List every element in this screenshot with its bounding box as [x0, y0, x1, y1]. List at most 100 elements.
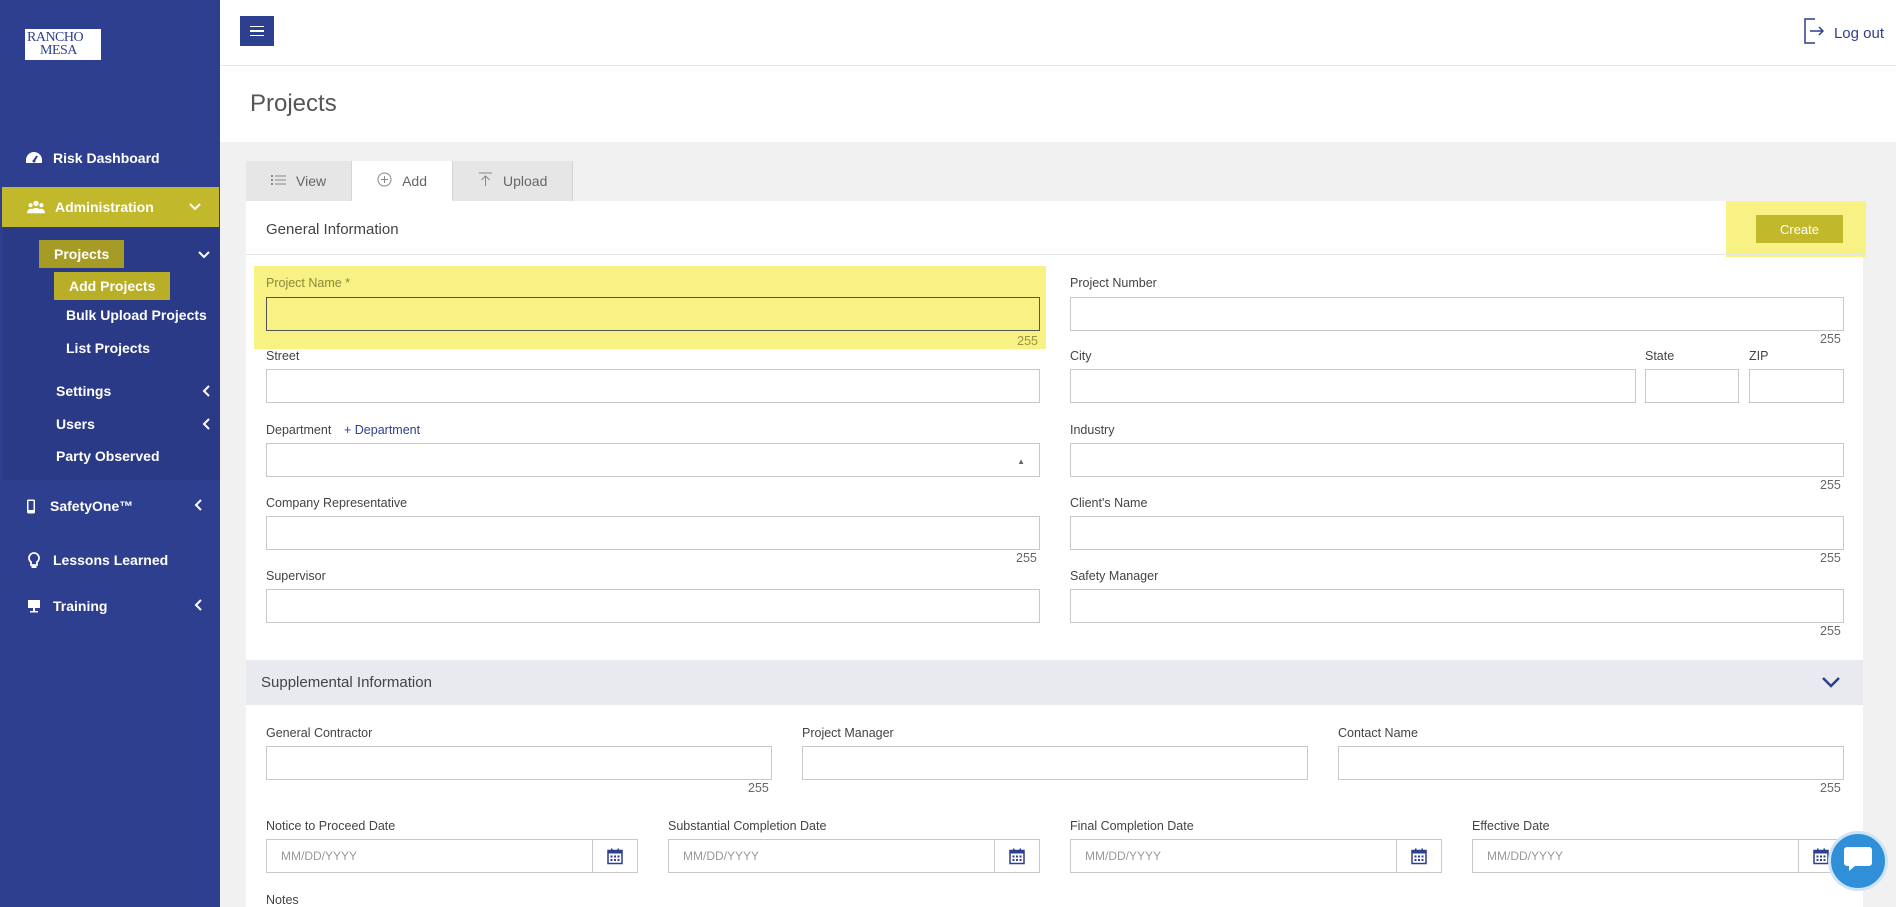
logout-button[interactable]: Log out [1802, 18, 1884, 48]
sidebar-item-safetyone[interactable]: SafetyOne™ [0, 491, 220, 521]
contact-name-input[interactable] [1338, 746, 1844, 780]
calendar-icon[interactable] [994, 840, 1039, 872]
sidebar-item-settings[interactable]: Settings [56, 383, 111, 399]
top-bar: Log out [220, 0, 1896, 66]
char-counter: 255 [1820, 551, 1841, 565]
create-button[interactable]: Create [1756, 215, 1843, 243]
tab-upload[interactable]: Upload [453, 161, 574, 201]
notice-to-proceed-date-label: Notice to Proceed Date [266, 819, 396, 833]
clients-name-label: Client's Name [1070, 496, 1148, 510]
chevron-down-icon [189, 200, 201, 214]
page-header: Projects [220, 66, 1896, 142]
industry-input[interactable] [1070, 443, 1844, 477]
project-manager-input[interactable] [802, 746, 1308, 780]
substantial-completion-date-label: Substantial Completion Date [668, 819, 827, 833]
sidebar: RANCHO MESA Risk Dashboard Administratio… [0, 0, 220, 907]
sidebar-item-label: SafetyOne™ [50, 498, 134, 514]
city-input[interactable] [1070, 369, 1636, 403]
company-representative-label: Company Representative [266, 496, 408, 510]
hamburger-icon [250, 25, 264, 28]
char-counter: 255 [1820, 332, 1841, 346]
sidebar-item-label: Administration [55, 199, 154, 215]
users-group-icon [27, 198, 45, 216]
final-completion-date-input[interactable]: MM/DD/YYYY [1070, 839, 1442, 873]
project-manager-label: Project Manager [802, 726, 894, 740]
sidebar-item-training[interactable]: Training [0, 591, 220, 621]
supervisor-input[interactable] [266, 589, 1040, 623]
lightbulb-icon [25, 551, 43, 569]
sidebar-item-users[interactable]: Users [56, 416, 95, 432]
sidebar-item-risk-dashboard[interactable]: Risk Dashboard [0, 143, 220, 173]
project-name-label: Project Name * [266, 276, 351, 290]
department-label: Department [266, 423, 332, 437]
street-input[interactable] [266, 369, 1040, 403]
supervisor-label: Supervisor [266, 569, 326, 583]
sidebar-item-lessons-learned[interactable]: Lessons Learned [0, 545, 220, 575]
general-contractor-input[interactable] [266, 746, 772, 780]
zip-label: ZIP [1749, 349, 1769, 363]
list-icon [271, 173, 286, 189]
sidebar-item-label: Training [53, 598, 108, 614]
char-counter: 255 [748, 781, 769, 795]
sidebar-item-administration[interactable]: Administration [2, 187, 219, 227]
general-contractor-label: General Contractor [266, 726, 373, 740]
clients-name-input[interactable] [1070, 516, 1844, 550]
calendar-icon[interactable] [1396, 840, 1441, 872]
char-counter: 255 [1017, 334, 1038, 348]
add-department-link[interactable]: + Department [344, 423, 420, 437]
chevron-left-icon [194, 598, 202, 614]
final-completion-date-label: Final Completion Date [1070, 819, 1194, 833]
company-representative-input[interactable] [266, 516, 1040, 550]
plus-circle-icon [377, 172, 392, 190]
sidebar-item-party-observed[interactable]: Party Observed [56, 448, 160, 464]
chat-support-button[interactable] [1828, 831, 1888, 891]
section-title: Supplemental Information [261, 674, 432, 691]
project-number-label: Project Number [1070, 276, 1157, 290]
add-project-form: General Information Create Project Name … [246, 201, 1866, 907]
effective-date-input[interactable]: MM/DD/YYYY [1472, 839, 1844, 873]
administration-submenu: Projects Add Projects Bulk Upload Projec… [3, 227, 220, 480]
chevron-left-icon [202, 385, 210, 400]
menu-toggle-button[interactable] [240, 16, 274, 46]
supplemental-section-toggle[interactable]: Supplemental Information [246, 660, 1863, 705]
chevron-down-icon [198, 248, 210, 262]
substantial-completion-date-input[interactable]: MM/DD/YYYY [668, 839, 1040, 873]
sidebar-item-list-projects[interactable]: List Projects [66, 340, 150, 356]
sidebar-item-label: Lessons Learned [53, 552, 169, 568]
project-name-highlight: Project Name * 255 [254, 266, 1046, 349]
create-highlight: Create [1726, 201, 1866, 257]
sidebar-item-projects[interactable]: Projects [39, 240, 125, 268]
presentation-board-icon [25, 597, 43, 615]
project-number-input[interactable] [1070, 297, 1844, 331]
effective-date-label: Effective Date [1472, 819, 1550, 833]
chevron-left-icon [194, 498, 202, 514]
city-label: City [1070, 349, 1092, 363]
sidebar-item-add-projects[interactable]: Add Projects [54, 272, 171, 300]
logout-label: Log out [1833, 24, 1884, 42]
tab-view[interactable]: View [246, 161, 353, 201]
notes-label: Notes [266, 893, 299, 907]
safety-manager-label: Safety Manager [1070, 569, 1159, 583]
rancho-mesa-logo[interactable]: RANCHO MESA [25, 29, 101, 60]
safety-manager-input[interactable] [1070, 589, 1844, 623]
upload-icon [478, 172, 493, 190]
char-counter: 255 [1820, 781, 1841, 795]
char-counter: 255 [1820, 478, 1841, 492]
project-name-input[interactable] [266, 297, 1040, 331]
chat-bubble-icon [1843, 845, 1873, 878]
department-select[interactable]: ▲ [266, 443, 1040, 477]
sidebar-item-label: Risk Dashboard [53, 150, 160, 166]
calendar-icon[interactable] [592, 840, 637, 872]
street-label: Street [266, 349, 300, 363]
page-title: Projects [250, 90, 337, 117]
section-title: General Information [266, 221, 399, 238]
zip-input[interactable] [1749, 369, 1844, 403]
char-counter: 255 [1820, 624, 1841, 638]
tab-bar: View Add Upload [246, 161, 574, 201]
notice-to-proceed-date-input[interactable]: MM/DD/YYYY [266, 839, 638, 873]
sidebar-item-bulk-upload-projects[interactable]: Bulk Upload Projects [66, 307, 207, 323]
chevron-down-icon [1821, 670, 1841, 699]
tab-add[interactable]: Add [352, 161, 454, 201]
dashboard-gauge-icon [25, 149, 43, 167]
state-input[interactable] [1645, 369, 1739, 403]
